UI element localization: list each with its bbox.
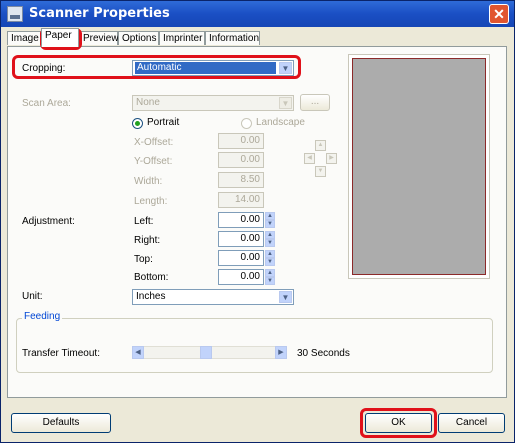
tab-options[interactable]: Options bbox=[118, 31, 159, 45]
landscape-radio[interactable] bbox=[241, 118, 252, 129]
width-value[interactable]: 8.50 bbox=[218, 172, 264, 188]
adjust-top-spinner[interactable]: 0.00 ▲ ▼ bbox=[218, 250, 276, 266]
scan-area-browse-button[interactable]: ... bbox=[300, 94, 330, 111]
arrow-right-icon[interactable]: ▶ bbox=[326, 153, 337, 164]
slider-thumb[interactable] bbox=[200, 346, 212, 359]
arrow-down-icon[interactable]: ▼ bbox=[315, 166, 326, 177]
length-spinner[interactable]: 14.00 bbox=[218, 192, 276, 208]
y-offset-spinner[interactable]: 0.00 bbox=[218, 152, 276, 168]
unit-value: Inches bbox=[136, 291, 166, 302]
cropping-label: Cropping: bbox=[22, 63, 66, 74]
unit-label: Unit: bbox=[22, 291, 43, 302]
adjustment-label: Adjustment: bbox=[22, 216, 75, 227]
defaults-button[interactable]: Defaults bbox=[11, 413, 111, 433]
arrow-left-icon[interactable]: ◀ bbox=[304, 153, 315, 164]
x-offset-spinner[interactable]: 0.00 bbox=[218, 133, 276, 149]
close-icon: ✕ bbox=[493, 6, 505, 22]
scan-area-value: None bbox=[136, 97, 160, 108]
title-bar[interactable]: Scanner Properties ✕ bbox=[1, 1, 514, 27]
adjust-left-spinner[interactable]: 0.00 ▲ ▼ bbox=[218, 212, 276, 228]
scanner-properties-window: Scanner Properties ✕ Image Paper Preview… bbox=[0, 0, 515, 443]
adjust-bottom-label: Bottom: bbox=[134, 272, 169, 283]
chevron-down-icon[interactable]: ▼ bbox=[279, 291, 292, 303]
chevron-down-icon[interactable]: ▼ bbox=[279, 62, 292, 74]
window-title: Scanner Properties bbox=[29, 6, 170, 21]
spin-down-icon[interactable]: ▼ bbox=[265, 239, 275, 247]
tab-imprinter[interactable]: Imprinter bbox=[159, 31, 205, 45]
adjust-left-label: Left: bbox=[134, 216, 154, 227]
y-offset-label: Y-Offset: bbox=[134, 156, 173, 167]
ok-button[interactable]: OK bbox=[365, 413, 432, 433]
paper-preview bbox=[352, 58, 486, 275]
close-button[interactable]: ✕ bbox=[489, 4, 509, 24]
tab-information[interactable]: Information bbox=[205, 31, 260, 45]
spin-down-icon[interactable]: ▼ bbox=[265, 277, 275, 285]
width-label: Width: bbox=[134, 176, 163, 187]
cropping-value: Automatic bbox=[135, 62, 276, 74]
landscape-label: Landscape bbox=[256, 117, 305, 128]
spin-up-icon[interactable]: ▲ bbox=[265, 212, 275, 220]
arrow-up-icon[interactable]: ▲ bbox=[315, 140, 326, 151]
feeding-group-title: Feeding bbox=[22, 311, 63, 322]
tab-image[interactable]: Image bbox=[7, 31, 41, 45]
portrait-radio[interactable] bbox=[132, 118, 143, 129]
y-offset-value[interactable]: 0.00 bbox=[218, 152, 264, 168]
scroll-left-icon[interactable]: ◀ bbox=[132, 346, 144, 359]
spin-up-icon[interactable]: ▲ bbox=[265, 231, 275, 239]
x-offset-label: X-Offset: bbox=[134, 137, 174, 148]
spin-up-icon[interactable]: ▲ bbox=[265, 269, 275, 277]
unit-select[interactable]: Inches ▼ bbox=[132, 289, 294, 305]
scanner-icon bbox=[7, 6, 23, 22]
x-offset-value[interactable]: 0.00 bbox=[218, 133, 264, 149]
portrait-label: Portrait bbox=[147, 117, 180, 128]
length-label: Length: bbox=[134, 196, 168, 207]
spin-down-icon[interactable]: ▼ bbox=[265, 220, 275, 228]
adjust-top-label: Top: bbox=[134, 254, 153, 265]
tab-preview[interactable]: Preview bbox=[79, 31, 119, 45]
transfer-timeout-slider[interactable]: ◀ ▶ bbox=[132, 346, 287, 359]
adjust-top-value[interactable]: 0.00 bbox=[218, 250, 264, 266]
width-spinner[interactable]: 8.50 bbox=[218, 172, 276, 188]
adjust-right-spinner[interactable]: 0.00 ▲ ▼ bbox=[218, 231, 276, 247]
scan-area-select[interactable]: None ▼ bbox=[132, 95, 294, 111]
adjust-right-value[interactable]: 0.00 bbox=[218, 231, 264, 247]
spin-down-icon[interactable]: ▼ bbox=[265, 258, 275, 266]
spin-up-icon[interactable]: ▲ bbox=[265, 250, 275, 258]
scan-area-label: Scan Area: bbox=[22, 98, 71, 109]
cropping-select[interactable]: Automatic ▼ bbox=[132, 60, 294, 76]
adjust-left-value[interactable]: 0.00 bbox=[218, 212, 264, 228]
cancel-button[interactable]: Cancel bbox=[438, 413, 505, 433]
scroll-right-icon[interactable]: ▶ bbox=[275, 346, 287, 359]
tab-paper[interactable]: Paper bbox=[41, 28, 79, 47]
chevron-down-icon[interactable]: ▼ bbox=[279, 97, 292, 109]
adjust-bottom-spinner[interactable]: 0.00 ▲ ▼ bbox=[218, 269, 276, 285]
length-value[interactable]: 14.00 bbox=[218, 192, 264, 208]
transfer-timeout-value: 30 Seconds bbox=[297, 348, 350, 359]
adjust-bottom-value[interactable]: 0.00 bbox=[218, 269, 264, 285]
adjust-right-label: Right: bbox=[134, 235, 161, 246]
transfer-timeout-label: Transfer Timeout: bbox=[22, 348, 100, 359]
